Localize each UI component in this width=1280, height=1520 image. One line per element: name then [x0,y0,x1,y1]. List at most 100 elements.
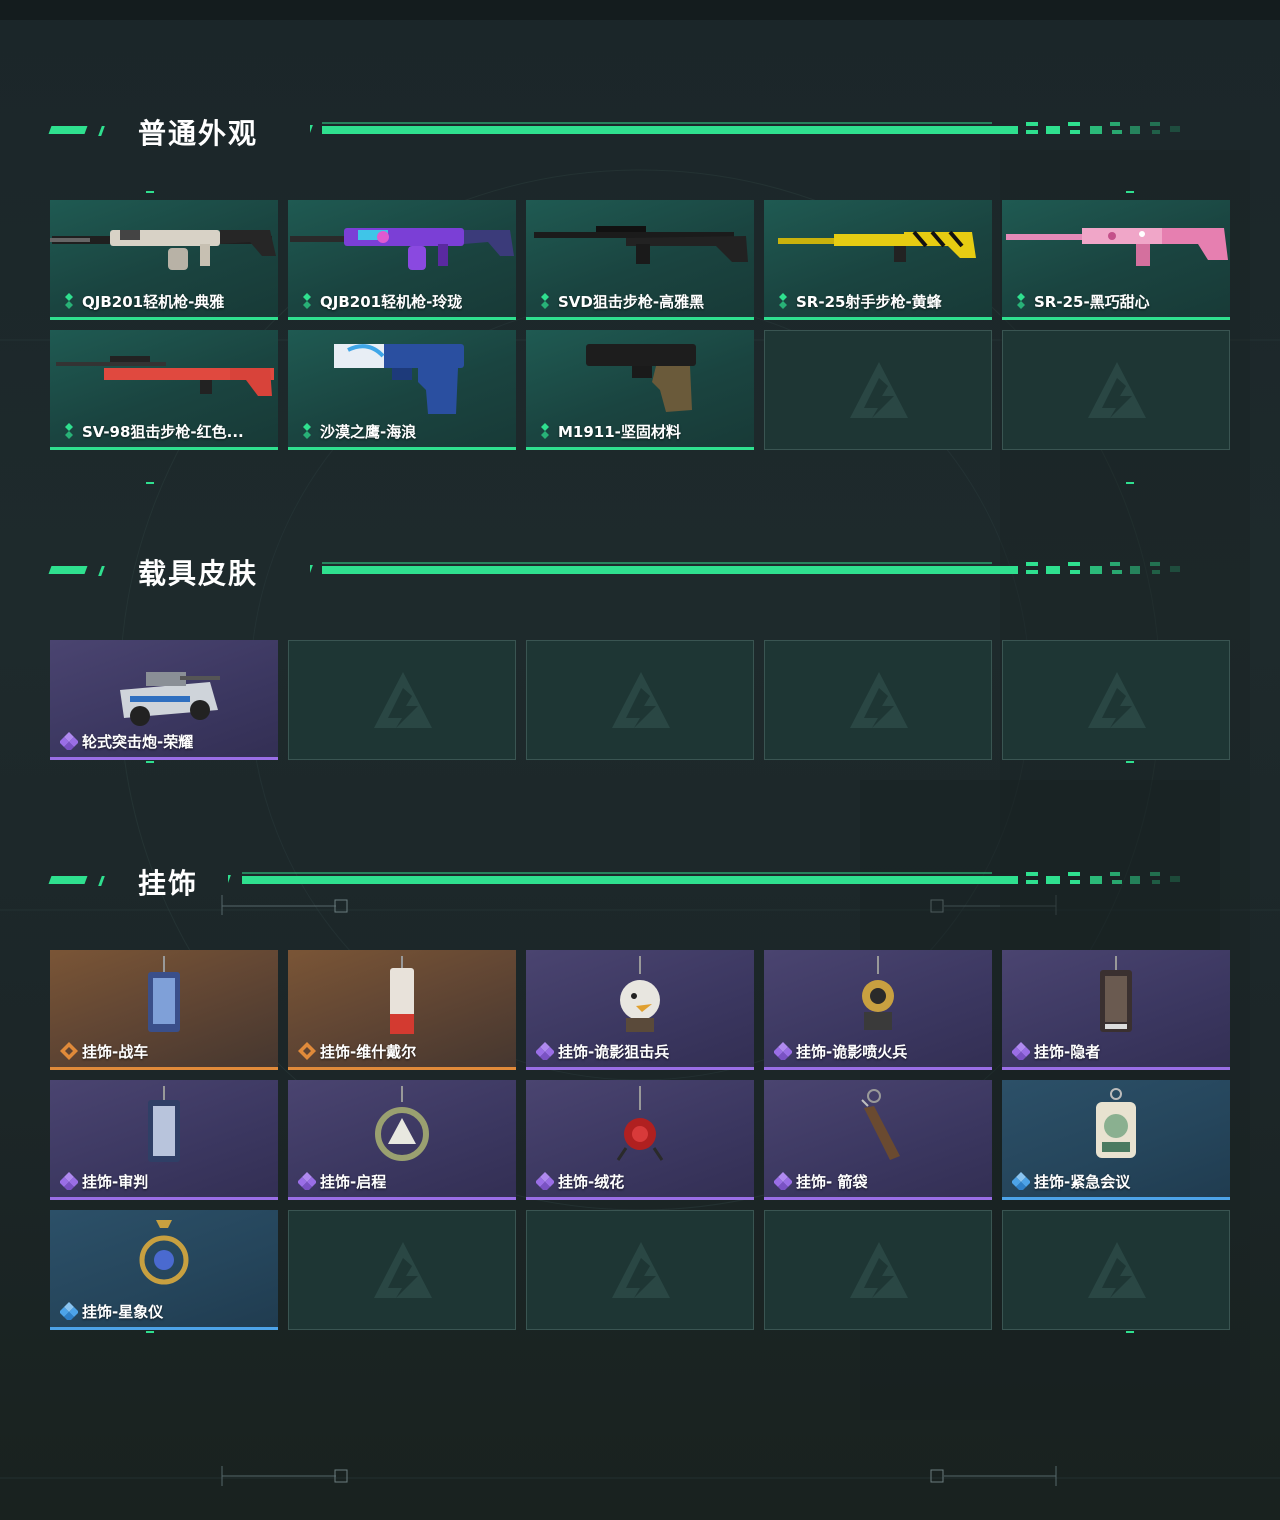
purple-rarity-icon [60,1172,78,1190]
item-card[interactable]: SR-25射手步枪-黄蜂 [764,200,992,320]
item-label-row: 挂饰-启程 [298,1171,386,1191]
item-label: 沙漠之鹰-海浪 [320,422,417,441]
item-card[interactable]: 沙漠之鹰-海浪 [288,330,516,450]
item-label: 挂饰-隐者 [1034,1042,1101,1061]
placeholder-logo-icon [1088,1242,1146,1298]
item-card[interactable]: SR-25-黑巧甜心 [1002,200,1230,320]
item-card[interactable]: 挂饰-紧急会议 [1002,1080,1230,1200]
green-rarity-icon [298,422,316,440]
pistol-icon [288,330,516,430]
item-card[interactable]: 挂饰-启程 [288,1080,516,1200]
purple-rarity-icon [774,1172,792,1190]
item-label: 挂饰-启程 [320,1172,387,1191]
placeholder-logo-icon [374,1242,432,1298]
placeholder-logo-icon [1088,672,1146,728]
empty-slot [1002,640,1230,760]
item-label-row: 挂饰-诡影喷火兵 [774,1041,907,1061]
item-card[interactable]: 挂饰-诡影狙击兵 [526,950,754,1070]
section-title: 载具皮肤 [138,557,259,590]
item-card[interactable]: 挂饰-绒花 [526,1080,754,1200]
placeholder-logo-icon [850,672,908,728]
green-rarity-icon [60,292,78,310]
purple-rarity-icon [536,1042,554,1060]
empty-slot [764,1210,992,1330]
item-label: SR-25射手步枪-黄蜂 [796,292,942,311]
item-label: 轮式突击炮-荣耀 [82,732,194,751]
item-label-row: 挂饰-战车 [60,1041,148,1061]
item-label-row: 挂饰-诡影狙击兵 [536,1041,669,1061]
placeholder-logo-icon [612,672,670,728]
rifle-icon [288,200,516,300]
corner-tick [1126,761,1134,763]
item-card[interactable]: 挂饰-星象仪 [50,1210,278,1330]
corner-tick [146,761,154,763]
charm-icon [1002,950,1230,1050]
item-card[interactable]: M1911-坚固材料 [526,330,754,450]
empty-slot [526,640,754,760]
item-label: 挂饰- 箭袋 [796,1172,868,1191]
vehicle-icon [50,640,278,740]
rifle-icon [50,200,278,300]
item-card[interactable]: 轮式突击炮-荣耀 [50,640,278,760]
header-accent [98,126,105,136]
orange-rarity-icon [60,1042,78,1060]
corner-tick [1126,191,1134,193]
corner-tick [146,1331,154,1333]
item-label: QJB201轻机枪-玲珑 [320,292,463,311]
sniper-icon [50,330,278,430]
item-label-row: SVD狙击步枪-高雅黑 [536,291,704,311]
item-label: SV-98狙击步枪-红色... [82,422,244,441]
item-label-row: 挂饰-星象仪 [60,1301,163,1321]
blue-rarity-icon [1012,1172,1030,1190]
orange-rarity-icon [298,1042,316,1060]
item-card[interactable]: 挂饰- 箭袋 [764,1080,992,1200]
item-card[interactable]: 挂饰-隐者 [1002,950,1230,1070]
item-card[interactable]: 挂饰-诡影喷火兵 [764,950,992,1070]
item-card[interactable]: 挂饰-维什戴尔 [288,950,516,1070]
purple-rarity-icon [60,732,78,750]
header-accent [48,876,88,884]
item-label: 挂饰-审判 [82,1172,149,1191]
item-card[interactable]: 挂饰-审判 [50,1080,278,1200]
item-label: SR-25-黑巧甜心 [1034,292,1150,311]
empty-slot [1002,1210,1230,1330]
section-header-vehicle-skins: 载具皮肤 [0,550,1280,590]
item-card[interactable]: SVD狙击步枪-高雅黑 [526,200,754,320]
header-progress-bar [310,562,1190,574]
charm-icon [1002,1080,1230,1180]
section-title: 挂饰 [138,867,199,900]
charm-icon [50,1080,278,1180]
item-label-row: 挂饰-审判 [60,1171,148,1191]
corner-tick [146,482,154,484]
item-label-row: M1911-坚固材料 [536,421,681,441]
section-title: 普通外观 [138,117,259,150]
sniper-icon [526,200,754,300]
blue-rarity-icon [60,1302,78,1320]
item-label-row: 挂饰-绒花 [536,1171,624,1191]
pistol-icon [526,330,754,430]
charm-icon [50,1210,278,1310]
rifle-icon [1002,200,1230,300]
placeholder-logo-icon [850,1242,908,1298]
item-label: SVD狙击步枪-高雅黑 [558,292,705,311]
item-card[interactable]: QJB201轻机枪-典雅 [50,200,278,320]
empty-slot [764,640,992,760]
item-card[interactable]: QJB201轻机枪-玲珑 [288,200,516,320]
empty-slot [288,640,516,760]
charms-grid: 挂饰-战车 挂饰-维什戴尔 挂饰-诡影狙击兵 挂饰-诡影喷火兵 挂饰-隐者 挂饰… [50,950,1230,1330]
header-progress-bar [228,872,1190,884]
top-bar [0,0,1280,20]
item-card[interactable]: SV-98狙击步枪-红色... [50,330,278,450]
charm-icon [288,1080,516,1180]
vehicle-skins-grid: 轮式突击炮-荣耀 [50,640,1230,760]
item-label: 挂饰-诡影狙击兵 [558,1042,670,1061]
charm-icon [50,950,278,1050]
green-rarity-icon [536,422,554,440]
header-accent [98,566,105,576]
placeholder-logo-icon [850,362,908,418]
header-accent [48,566,88,574]
header-accent [98,876,105,886]
green-rarity-icon [60,422,78,440]
item-label-row: SR-25-黑巧甜心 [1012,291,1150,311]
item-card[interactable]: 挂饰-战车 [50,950,278,1070]
